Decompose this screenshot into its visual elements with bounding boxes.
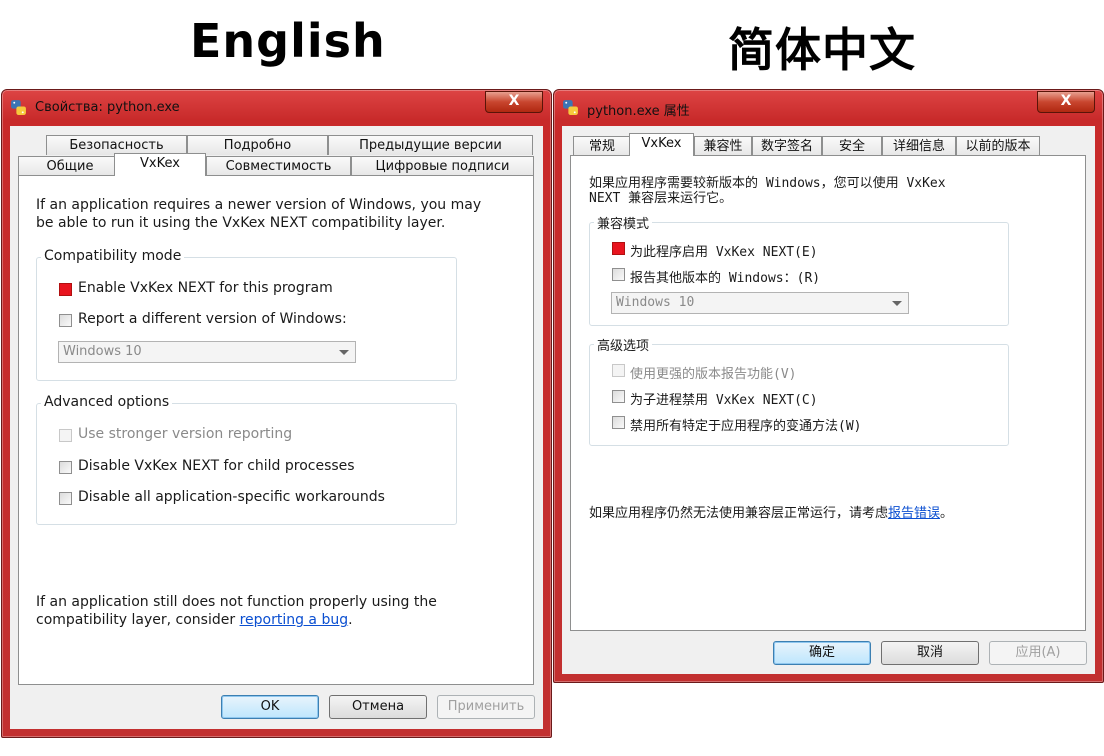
disable-workarounds-label[interactable]: Disable all application-specific workaro… <box>78 489 385 505</box>
properties-window-english: Свойства: python.exe X Безопасность Подр… <box>1 89 552 738</box>
tab-general[interactable]: Общие <box>18 156 122 176</box>
chevron-down-icon <box>339 350 349 355</box>
heading-english: English <box>190 14 386 68</box>
cancel-button[interactable]: 取消 <box>881 641 979 665</box>
compatibility-mode-group: Compatibility mode Enable VxKex NEXT for… <box>36 248 457 381</box>
disable-child-checkbox[interactable] <box>612 390 625 403</box>
dialog-client-area: Безопасность Подробно Предыдущие версии … <box>10 126 543 729</box>
tab-vxkex[interactable]: VxKex <box>629 133 694 156</box>
close-button[interactable]: X <box>485 91 543 113</box>
cancel-button[interactable]: Отмена <box>329 695 427 719</box>
apply-button[interactable]: 应用(A) <box>989 641 1087 665</box>
windows-version-value: Windows 10 <box>63 344 142 359</box>
apply-button[interactable]: Применить <box>437 695 535 719</box>
properties-window-chinese: python.exe 属性 X 常规 VxKex 兼容性 数字签名 安全 详细信… <box>553 89 1104 683</box>
enable-vxkex-label[interactable]: Enable VxKex NEXT for this program <box>78 280 333 296</box>
advanced-options-title: 高级选项 <box>594 335 653 354</box>
enable-vxkex-checkbox[interactable] <box>59 283 72 296</box>
python-app-icon <box>11 100 26 115</box>
footer-text-line1: If an application still does not functio… <box>36 594 437 610</box>
footer-prefix: compatibility layer, consider <box>36 612 240 628</box>
windows-version-select[interactable]: Windows 10 <box>611 292 909 314</box>
tab-security[interactable]: 安全 <box>822 136 882 156</box>
title-bar[interactable]: Свойства: python.exe X <box>2 90 551 126</box>
vxkex-tab-panel: If an application requires a newer versi… <box>18 175 534 685</box>
heading-chinese: 简体中文 <box>728 23 916 77</box>
disable-workarounds-label[interactable]: 禁用所有特定于应用程序的变通方法(W) <box>630 415 861 434</box>
stronger-reporting-checkbox[interactable] <box>59 429 72 442</box>
dialog-client-area: 常规 VxKex 兼容性 数字签名 安全 详细信息 以前的版本 如果应用程序需要… <box>562 126 1095 674</box>
intro-text-line2: be able to run it using the VxKex NEXT c… <box>36 215 446 231</box>
report-version-label[interactable]: 报告其他版本的 Windows：(R) <box>630 267 820 286</box>
tab-details[interactable]: 详细信息 <box>882 136 956 156</box>
tab-digital-signatures[interactable]: Цифровые подписи <box>351 156 534 176</box>
compatibility-mode-title: 兼容模式 <box>594 213 653 232</box>
footer-prefix: 如果应用程序仍然无法使用兼容层正常运行，请考虑 <box>589 506 889 521</box>
ok-button[interactable]: OK <box>221 695 319 719</box>
disable-child-label[interactable]: Disable VxKex NEXT for child processes <box>78 458 355 474</box>
report-version-checkbox[interactable] <box>59 314 72 327</box>
tab-digital-signatures[interactable]: 数字签名 <box>752 136 822 156</box>
window-title: python.exe 属性 <box>587 104 690 119</box>
disable-workarounds-checkbox[interactable] <box>59 492 72 505</box>
enable-vxkex-checkbox[interactable] <box>612 242 625 255</box>
tab-previous-versions[interactable]: 以前的版本 <box>956 136 1040 156</box>
tab-previous-versions[interactable]: Предыдущие версии <box>328 135 533 155</box>
title-bar[interactable]: python.exe 属性 X <box>554 90 1103 126</box>
python-app-icon <box>563 100 578 115</box>
footer-text: 如果应用程序仍然无法使用兼容层正常运行，请考虑报告错误。 <box>589 502 953 521</box>
report-version-label[interactable]: Report a different version of Windows: <box>78 311 347 327</box>
tab-general[interactable]: 常规 <box>573 136 631 156</box>
stronger-reporting-checkbox[interactable] <box>612 364 625 377</box>
disable-workarounds-checkbox[interactable] <box>612 416 625 429</box>
stronger-reporting-label: 使用更强的版本报告功能(V) <box>630 367 797 382</box>
intro-text-line2: NEXT 兼容层来运行它。 <box>589 191 733 206</box>
close-button[interactable]: X <box>1037 91 1095 113</box>
stronger-reporting-label: Use stronger version reporting <box>78 426 293 442</box>
advanced-options-title: Advanced options <box>41 394 173 410</box>
compatibility-mode-title: Compatibility mode <box>41 248 185 264</box>
ok-button[interactable]: 确定 <box>773 641 871 665</box>
tab-compatibility[interactable]: Совместимость <box>206 156 351 176</box>
chevron-down-icon <box>892 301 902 306</box>
intro-text-line1: If an application requires a newer versi… <box>36 197 482 213</box>
tab-details[interactable]: Подробно <box>187 135 328 155</box>
footer-suffix: . <box>348 612 353 628</box>
footer-text-line2: compatibility layer, consider reporting … <box>36 612 353 628</box>
enable-vxkex-label[interactable]: 为此程序启用 VxKex NEXT(E) <box>630 241 818 260</box>
windows-version-value: Windows 10 <box>616 295 695 310</box>
window-title: Свойства: python.exe <box>35 100 180 115</box>
advanced-options-group: Advanced options Use stronger version re… <box>36 394 457 525</box>
tab-security[interactable]: Безопасность <box>46 135 187 155</box>
advanced-options-group: 高级选项 使用更强的版本报告功能(V) 为子进程禁用 VxKex NEXT(C)… <box>589 335 1009 446</box>
windows-version-select[interactable]: Windows 10 <box>58 341 356 363</box>
report-bug-link[interactable]: reporting a bug <box>240 612 349 628</box>
report-bug-link[interactable]: 报告错误 <box>888 506 940 521</box>
disable-child-checkbox[interactable] <box>59 461 72 474</box>
tab-vxkex[interactable]: VxKex <box>114 153 206 176</box>
report-version-checkbox[interactable] <box>612 268 625 281</box>
footer-suffix: 。 <box>940 506 954 521</box>
compatibility-mode-group: 兼容模式 为此程序启用 VxKex NEXT(E) 报告其他版本的 Window… <box>589 213 1009 326</box>
tab-compatibility[interactable]: 兼容性 <box>694 136 752 156</box>
vxkex-tab-panel: 如果应用程序需要较新版本的 Windows，您可以使用 VxKex NEXT 兼… <box>570 155 1086 631</box>
disable-child-label[interactable]: 为子进程禁用 VxKex NEXT(C) <box>630 389 818 408</box>
